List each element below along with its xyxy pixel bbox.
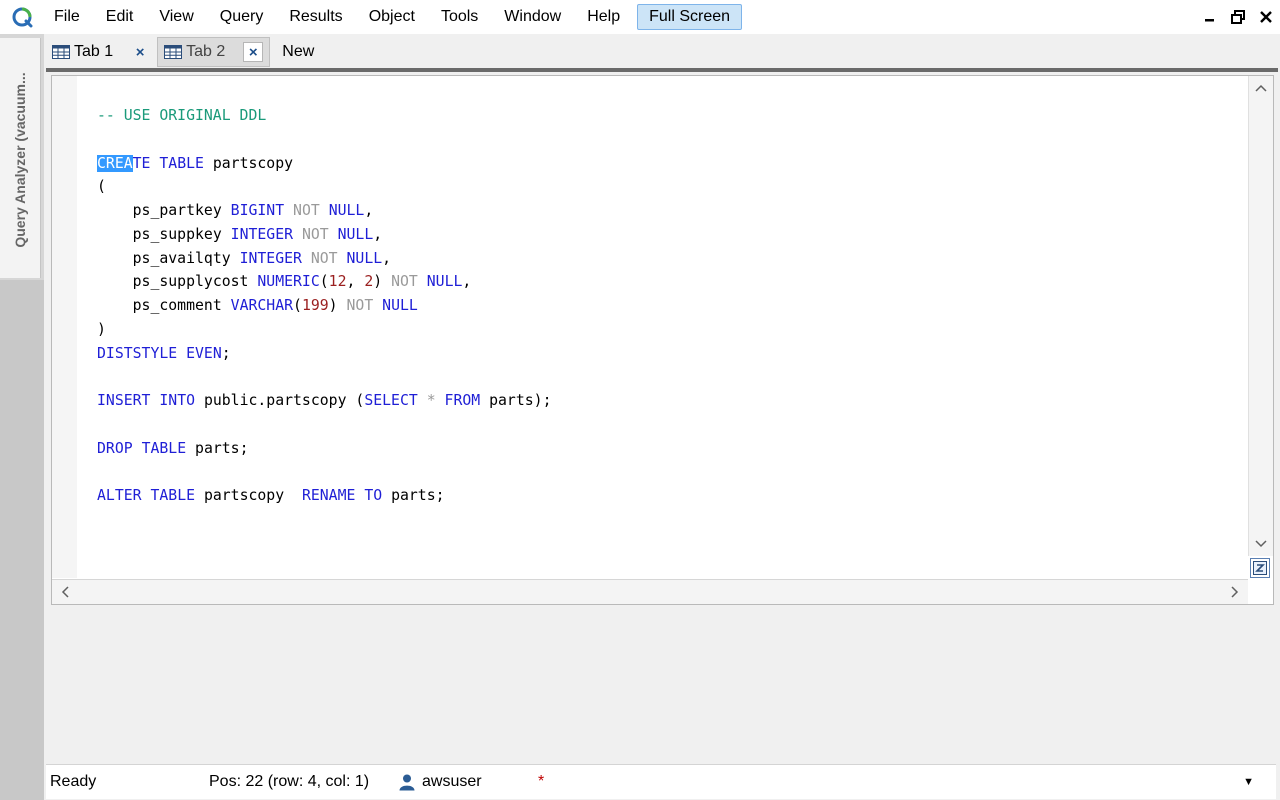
menu-tools[interactable]: Tools (428, 3, 491, 31)
status-bar: Ready Pos: 22 (row: 4, col: 1) awsuser *… (46, 764, 1276, 799)
code-line: DISTSTYLE EVEN; (97, 344, 231, 362)
editor-gutter (52, 76, 77, 578)
tab-strip-divider (46, 68, 1278, 72)
scroll-down-icon[interactable] (1250, 534, 1272, 554)
menu-file[interactable]: File (41, 3, 93, 31)
sidebar-tab-query-analyzer[interactable]: Query Analyzer (vacuum... (0, 38, 41, 278)
tab-2-label: Tab 2 (186, 43, 226, 60)
left-sidebar: Query Analyzer (vacuum... (0, 34, 44, 800)
table-grid-icon (52, 45, 70, 59)
scroll-right-icon[interactable] (1224, 582, 1246, 602)
code-line: INSERT INTO public.partscopy (SELECT * F… (97, 392, 552, 409)
tab-bar: Tab 1 × Tab 2 × New (46, 36, 1280, 68)
user-icon (398, 773, 416, 791)
sql-editor[interactable]: -- USE ORIGINAL DDL CREATE TABLE partscop… (51, 75, 1274, 605)
code-line: ps_suppkey INTEGER NOT NULL, (132, 225, 383, 243)
close-icon[interactable]: × (131, 43, 149, 61)
minimize-icon[interactable] (1196, 3, 1224, 31)
menu-help[interactable]: Help (574, 3, 633, 31)
code-line: DROP TABLE parts; (97, 439, 249, 457)
sidebar-empty-area (0, 280, 44, 800)
close-window-icon[interactable] (1252, 3, 1280, 31)
menu-window[interactable]: Window (491, 3, 574, 31)
scroll-left-icon[interactable] (54, 582, 76, 602)
code-line: ps_supplycost NUMERIC(12, 2) NOT NULL, (132, 273, 472, 291)
code-line: -- USE ORIGINAL DDL (97, 107, 267, 124)
menu-object[interactable]: Object (356, 3, 428, 31)
menu-bar: File Edit View Query Results Object Tool… (0, 0, 1280, 34)
fullscreen-button[interactable]: Full Screen (637, 4, 743, 30)
code-line: ALTER TABLE partscopy RENAME TO parts; (97, 487, 445, 504)
split-view-icon[interactable] (1250, 558, 1270, 578)
new-tab-button[interactable]: New (276, 43, 320, 61)
code-area[interactable]: -- USE ORIGINAL DDL CREATE TABLE partscop… (97, 104, 552, 508)
cursor-position: Pos: 22 (row: 4, col: 1) (209, 773, 370, 790)
status-ready: Ready (50, 773, 97, 790)
code-line: ( (97, 178, 106, 196)
window-controls (1196, 0, 1280, 34)
menu-query[interactable]: Query (207, 3, 277, 31)
close-icon[interactable]: × (243, 42, 264, 62)
restore-icon[interactable] (1224, 3, 1252, 31)
tab-1[interactable]: Tab 1 × (46, 38, 155, 66)
modified-indicator: * (538, 773, 545, 790)
tab-2[interactable]: Tab 2 × (157, 37, 271, 67)
sidebar-label: Query Analyzer (vacuum... (12, 72, 28, 248)
status-dropdown-icon[interactable]: ▼ (1243, 776, 1254, 788)
code-line: ps_comment VARCHAR(199) NOT NULL (132, 297, 418, 314)
app-logo-icon[interactable] (11, 6, 33, 28)
code-line: ps_availqty INTEGER NOT NULL, (132, 249, 392, 267)
code-line: ps_partkey BIGINT NOT NULL, (132, 202, 374, 219)
menu-edit[interactable]: Edit (93, 3, 147, 31)
status-user: awsuser (398, 773, 482, 791)
status-username: awsuser (422, 773, 482, 790)
menu-view[interactable]: View (146, 3, 206, 31)
horizontal-scrollbar[interactable] (52, 579, 1248, 604)
menu-results[interactable]: Results (276, 3, 355, 31)
table-grid-icon (164, 45, 183, 59)
tab-1-label: Tab 1 (74, 43, 114, 60)
vertical-scrollbar[interactable] (1248, 76, 1273, 556)
scroll-up-icon[interactable] (1250, 78, 1272, 98)
code-line: ) (97, 320, 106, 338)
code-line: CREATE TABLE partscopy (97, 154, 294, 172)
